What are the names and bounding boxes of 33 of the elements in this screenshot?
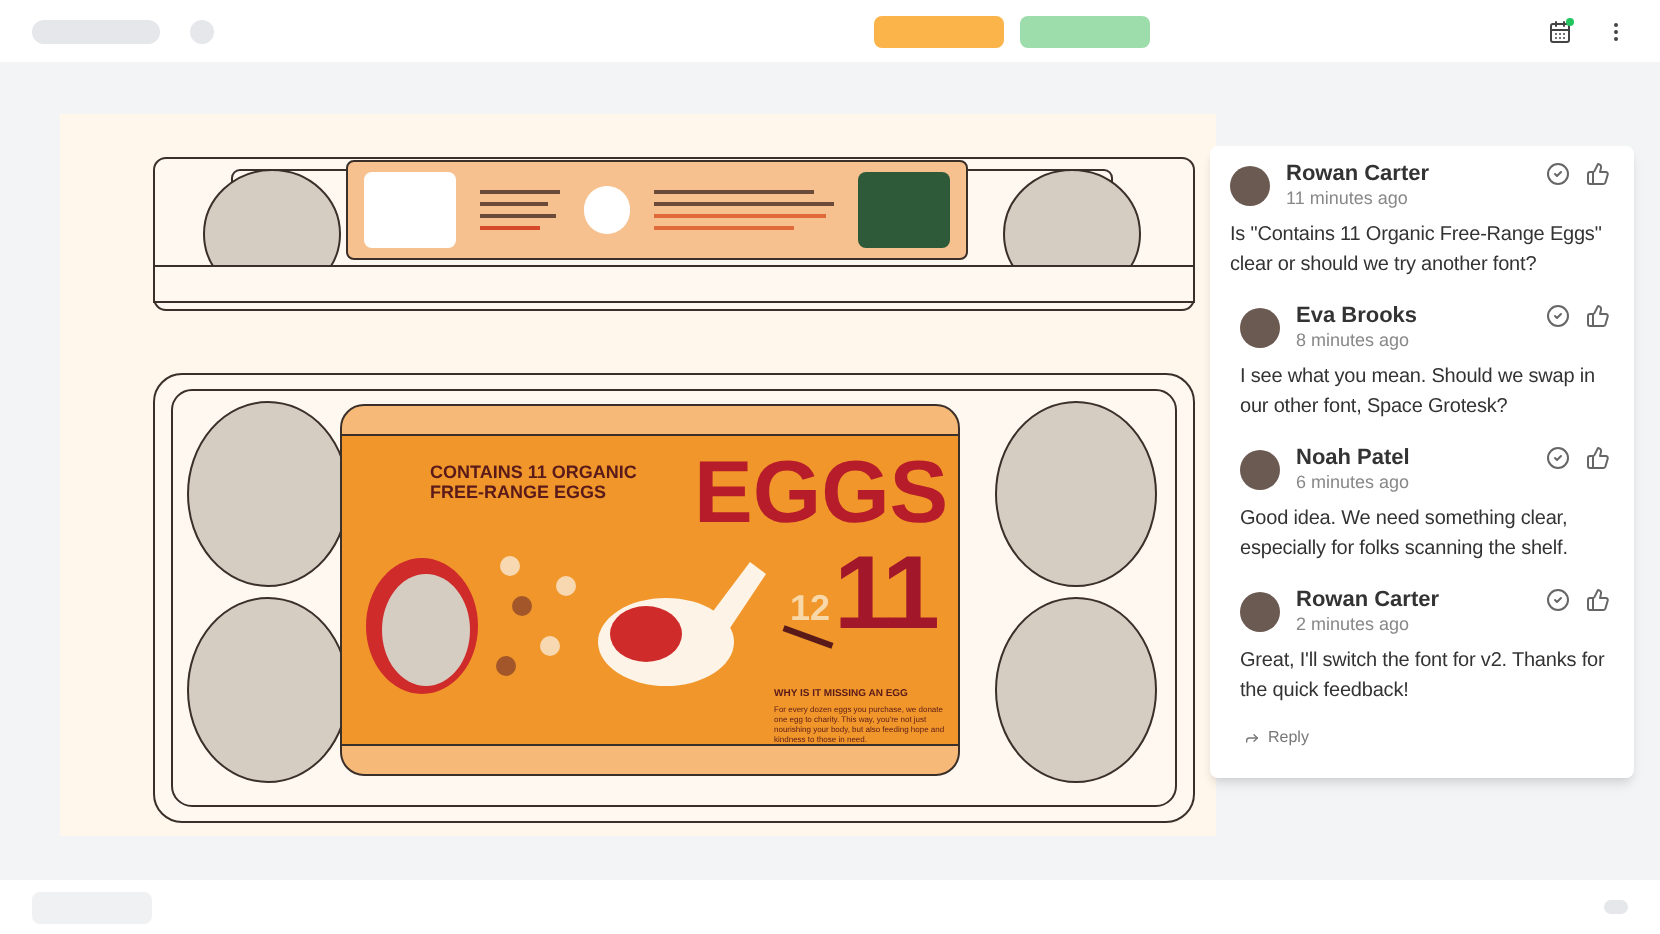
- comment-time: 6 minutes ago: [1296, 472, 1412, 494]
- thumbs-up-icon[interactable]: [1586, 446, 1610, 470]
- resolve-icon[interactable]: [1546, 304, 1570, 328]
- thumbs-up-icon[interactable]: [1586, 304, 1610, 328]
- comment-text: I see what you mean. Should we swap in our other font, Space Grotesk?: [1240, 364, 1597, 422]
- thumbs-up-icon[interactable]: [1586, 588, 1610, 612]
- reply-link[interactable]: Reply: [1244, 726, 1309, 750]
- comment-time: 2 minutes ago: [1296, 614, 1412, 636]
- comment-author: Rowan Carter: [1296, 588, 1442, 614]
- crossed-count: 12: [790, 590, 831, 626]
- avatar: [1240, 450, 1280, 490]
- title-placeholder: [32, 19, 160, 43]
- resolve-icon[interactable]: [1546, 446, 1570, 470]
- comment-time: 11 minutes ago: [1286, 188, 1410, 210]
- avatar: [1240, 592, 1280, 632]
- help-placeholder: [1604, 900, 1628, 914]
- resolve-icon[interactable]: [1546, 588, 1570, 612]
- comment-time: 8 minutes ago: [1296, 330, 1412, 352]
- comment-author: Noah Patel: [1296, 446, 1412, 472]
- product-title: EGGS: [694, 450, 949, 538]
- reply-icon: [1244, 730, 1260, 746]
- avatar: [1230, 166, 1270, 206]
- product-headline: CONTAINS 11 ORGANIC FREE-RANGE EGGS: [430, 462, 637, 502]
- comment-text: Is "Contains 11 Organic Free-Range Eggs" clear or should we try another font?: [1230, 222, 1604, 280]
- resolve-icon[interactable]: [1546, 162, 1570, 186]
- calendar-icon[interactable]: [1548, 19, 1572, 43]
- comment-author: Eva Brooks: [1296, 304, 1420, 330]
- thumbs-up-icon[interactable]: [1586, 162, 1610, 186]
- avatar: [1240, 308, 1280, 348]
- comment-text: Good idea. We need something clear, especially for folks scanning the shelf.: [1240, 506, 1570, 564]
- egg-count: 11: [834, 542, 936, 646]
- comment-author: Rowan Carter: [1286, 162, 1432, 188]
- comment-text: Great, I'll switch the font for v2. Thanks for the quick feedback!: [1240, 648, 1607, 706]
